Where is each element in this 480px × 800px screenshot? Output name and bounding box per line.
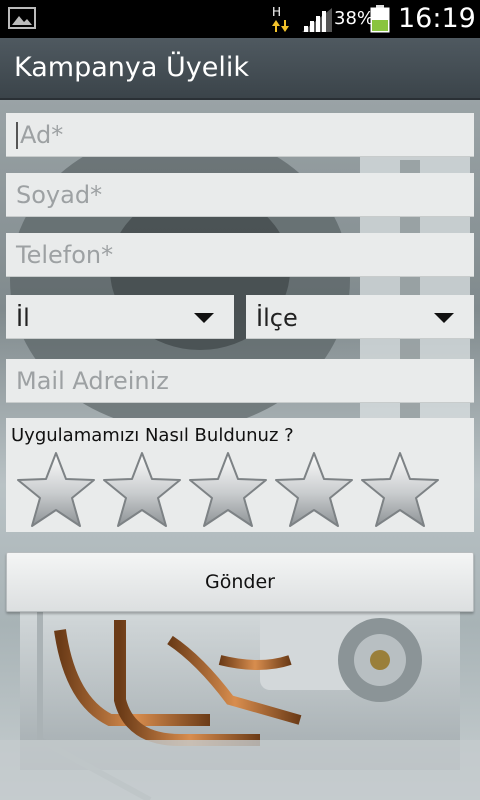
district-select-value: İlçe	[256, 304, 298, 332]
province-select[interactable]: İl	[6, 295, 234, 339]
signal-icon	[302, 8, 332, 32]
text-cursor	[16, 122, 18, 149]
phone-field[interactable]: Telefon*	[6, 233, 474, 277]
phone-placeholder: Telefon*	[16, 241, 114, 269]
email-field[interactable]: Mail Adreiniz	[6, 359, 474, 403]
district-select[interactable]: İlçe	[246, 295, 474, 339]
battery-percent: 38%	[334, 8, 375, 29]
submit-button[interactable]: Gönder	[6, 552, 474, 612]
first-name-field[interactable]: Ad*	[6, 113, 474, 157]
image-icon	[8, 7, 36, 29]
network-h-icon: H	[272, 5, 289, 32]
chevron-down-icon	[434, 313, 454, 323]
province-select-value: İl	[16, 304, 30, 332]
star-icon[interactable]	[102, 450, 182, 530]
star-icon[interactable]	[360, 450, 440, 530]
clock: 16:19	[398, 3, 476, 34]
action-bar: Kampanya Üyelik	[0, 38, 480, 100]
email-placeholder: Mail Adreiniz	[16, 367, 169, 395]
rating-panel: Uygulamamızı Nasıl Buldunuz ?	[6, 418, 474, 532]
rating-question: Uygulamamızı Nasıl Buldunuz ?	[11, 425, 294, 446]
status-bar: H 38% 16:19	[0, 0, 480, 38]
star-icon[interactable]	[16, 450, 96, 530]
last-name-placeholder: Soyad*	[16, 181, 103, 209]
network-label: H	[272, 5, 281, 19]
chevron-down-icon	[194, 313, 214, 323]
page-title: Kampanya Üyelik	[14, 52, 249, 83]
last-name-field[interactable]: Soyad*	[6, 173, 474, 217]
star-icon[interactable]	[188, 450, 268, 530]
rating-bar[interactable]	[16, 450, 456, 530]
first-name-placeholder: Ad*	[20, 121, 64, 149]
battery-icon	[370, 5, 390, 33]
star-icon[interactable]	[274, 450, 354, 530]
